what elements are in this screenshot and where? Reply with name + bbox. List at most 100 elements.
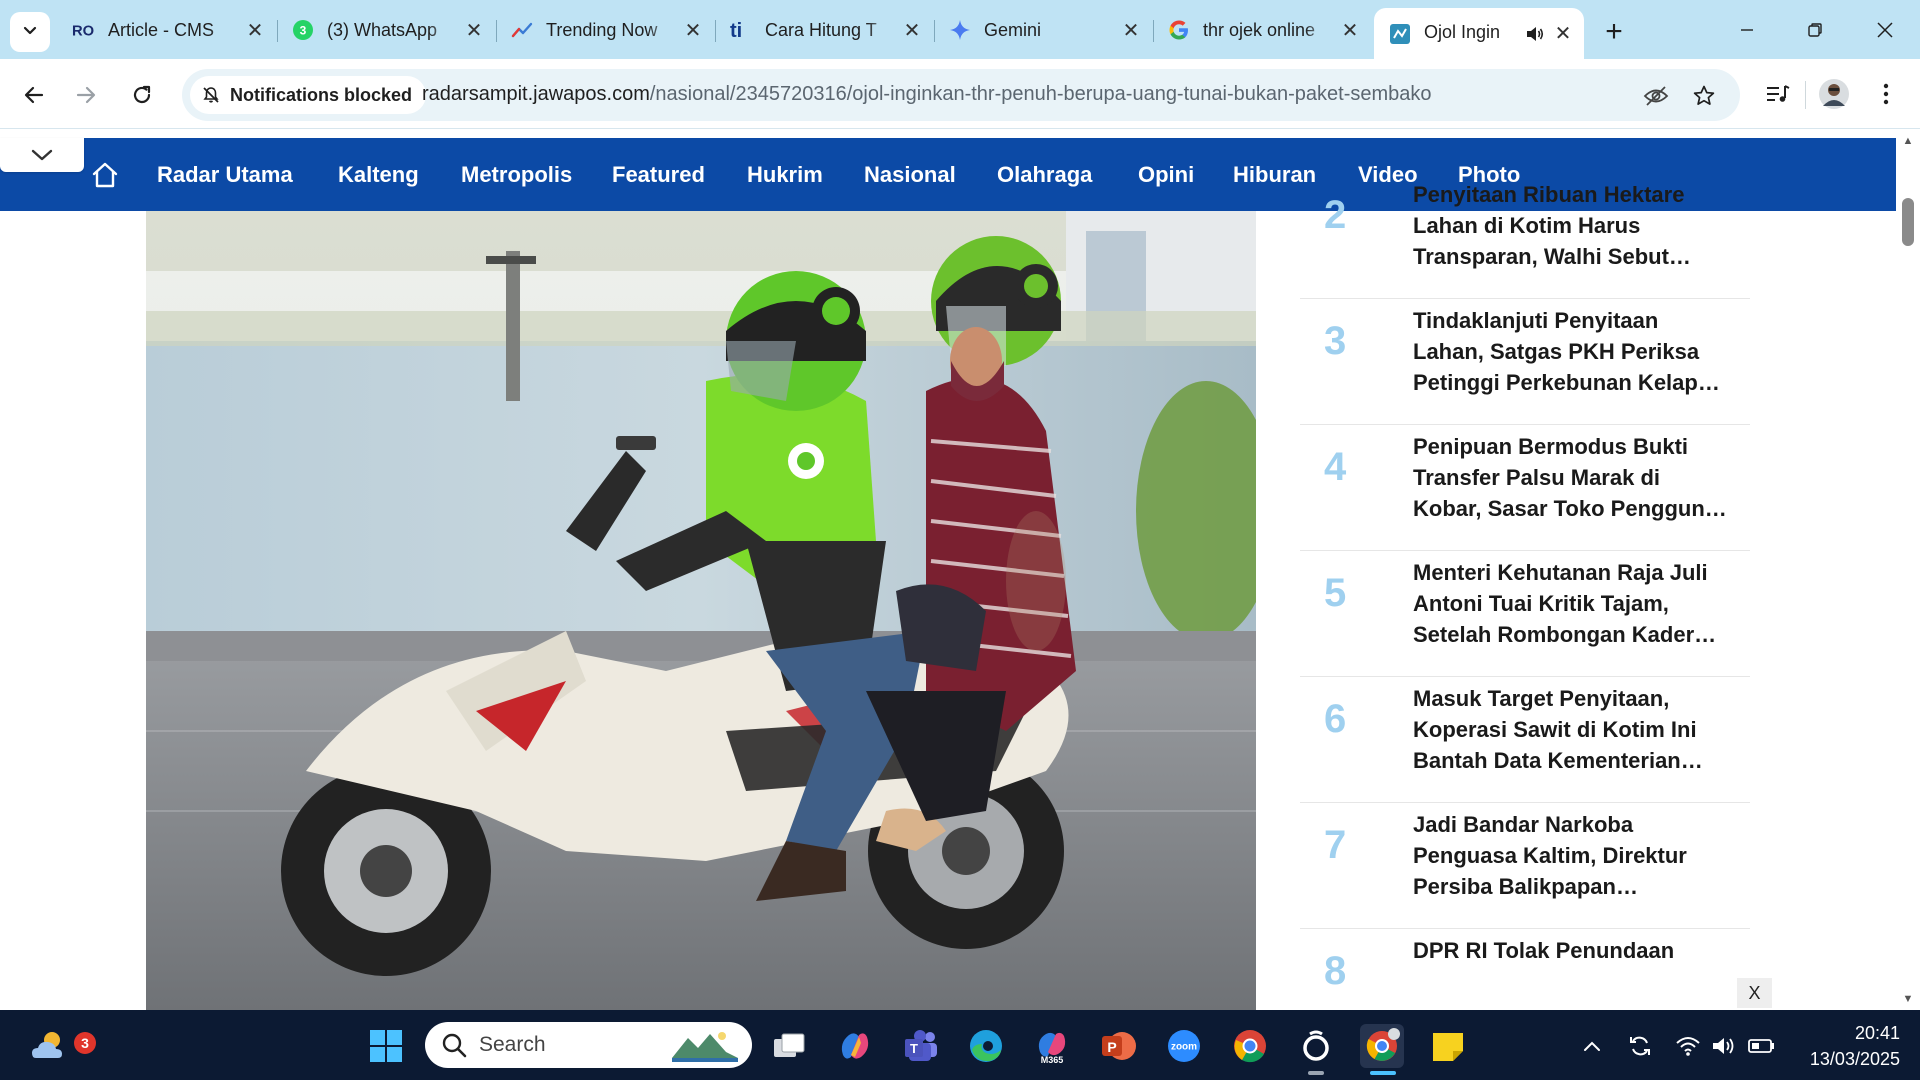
site-favicon-icon: [1388, 22, 1412, 46]
notifications-blocked-chip[interactable]: Notifications blocked: [190, 76, 427, 114]
scroll-up-icon[interactable]: ▲: [1901, 134, 1915, 148]
nav-metropolis[interactable]: Metropolis: [461, 162, 572, 188]
task-view-button[interactable]: [768, 1024, 812, 1068]
home-icon[interactable]: [90, 160, 122, 192]
tab-article-cms[interactable]: RO Article - CMS ✕: [58, 10, 278, 50]
battery-icon[interactable]: [1748, 1032, 1776, 1060]
clock-date: 13/03/2025: [1809, 1049, 1900, 1069]
trending-item[interactable]: 3 Tindaklanjuti Penyitaan Lahan, Satgas …: [1300, 299, 1750, 425]
arrow-left-icon: [24, 86, 44, 104]
chrome-profile-button-active[interactable]: [1360, 1024, 1404, 1068]
nav-kalteng[interactable]: Kalteng: [338, 162, 419, 188]
powerpoint-button[interactable]: P: [1096, 1024, 1140, 1068]
close-icon[interactable]: ✕: [1339, 19, 1361, 42]
teams-button[interactable]: T: [899, 1024, 943, 1068]
trending-item[interactable]: 4 Penipuan Bermodus Bukti Transfer Palsu…: [1300, 425, 1750, 551]
media-control-icon[interactable]: [1760, 76, 1796, 112]
tab-title: Gemini: [984, 19, 1042, 40]
url-host: radarsampit.jawapos.com: [422, 83, 650, 105]
chevron-up-icon[interactable]: [1578, 1032, 1606, 1060]
close-icon[interactable]: ✕: [901, 19, 923, 42]
sync-icon[interactable]: [1626, 1032, 1654, 1060]
new-tab-button[interactable]: +: [1596, 14, 1632, 50]
sticky-notes-button[interactable]: [1426, 1024, 1470, 1068]
trending-item[interactable]: 6 Masuk Target Penyitaan, Koperasi Sawit…: [1300, 677, 1750, 803]
volume-icon[interactable]: [1710, 1032, 1738, 1060]
speaker-icon[interactable]: [1524, 23, 1546, 45]
weather-widget[interactable]: 3: [26, 1024, 96, 1068]
scrollbar-thumb[interactable]: [1902, 198, 1914, 246]
trending-title[interactable]: Tindaklanjuti Penyitaan Lahan, Satgas PK…: [1413, 305, 1743, 398]
close-icon[interactable]: ✕: [1120, 19, 1142, 42]
close-window-button[interactable]: [1858, 10, 1912, 50]
app-ring-button[interactable]: [1294, 1024, 1338, 1068]
tab-search-button[interactable]: [10, 12, 50, 52]
whatsapp-icon: 3: [291, 18, 315, 42]
kebab-menu-icon[interactable]: [1868, 76, 1904, 112]
tab-thr-ojek-online[interactable]: thr ojek online ✕: [1153, 10, 1371, 50]
close-icon[interactable]: ✕: [463, 19, 485, 42]
trending-title[interactable]: Jadi Bandar Narkoba Penguasa Kaltim, Dir…: [1413, 809, 1743, 902]
address-bar[interactable]: Notifications blocked radarsampit.jawapo…: [182, 69, 1740, 121]
trending-icon: [510, 18, 534, 42]
cloudy-weather-icon: [32, 1032, 62, 1058]
m365-button[interactable]: M365: [1030, 1024, 1074, 1068]
article-hero-image: [146, 211, 1256, 1010]
trending-item[interactable]: 8 DPR RI Tolak Penundaan: [1300, 929, 1750, 1010]
chrome-button[interactable]: [1228, 1024, 1272, 1068]
close-icon[interactable]: ✕: [682, 19, 704, 42]
google-icon: [1167, 18, 1191, 42]
reload-button[interactable]: [122, 75, 162, 115]
trending-rank: 8: [1324, 949, 1347, 993]
restore-icon: [1808, 23, 1822, 37]
nav-hukrim[interactable]: Hukrim: [747, 162, 823, 188]
copilot-button[interactable]: [833, 1024, 877, 1068]
trending-title[interactable]: DPR RI Tolak Penundaan: [1413, 935, 1743, 966]
trending-title[interactable]: Masuk Target Penyitaan, Koperasi Sawit d…: [1413, 683, 1743, 776]
tab-strip: RO Article - CMS ✕ 3 (3) WhatsApp ✕ Tren…: [0, 0, 1920, 59]
forward-button[interactable]: [66, 75, 106, 115]
scroll-down-icon[interactable]: ▼: [1901, 992, 1915, 1006]
nav-featured[interactable]: Featured: [612, 162, 705, 188]
restore-button[interactable]: [1788, 10, 1842, 50]
bookmark-star-icon[interactable]: [1690, 82, 1718, 110]
trending-title[interactable]: Penipuan Bermodus Bukti Transfer Palsu M…: [1413, 431, 1743, 524]
minimize-icon: [1741, 29, 1753, 31]
nav-radar-utama[interactable]: Radar Utama: [157, 162, 293, 188]
back-button[interactable]: [14, 75, 54, 115]
taskbar-search-box[interactable]: Search: [425, 1022, 752, 1068]
nav-nasional[interactable]: Nasional: [864, 162, 956, 188]
nav-olahraga[interactable]: Olahraga: [997, 162, 1092, 188]
wifi-icon[interactable]: [1674, 1032, 1702, 1060]
tab-whatsapp[interactable]: 3 (3) WhatsApp ✕: [277, 10, 497, 50]
ro-logo-icon: RO: [72, 18, 96, 42]
edge-button[interactable]: [964, 1024, 1008, 1068]
notification-chip-label: Notifications blocked: [230, 84, 413, 105]
nav-opini[interactable]: Opini: [1138, 162, 1194, 188]
eye-off-icon[interactable]: [1642, 82, 1670, 110]
nav-collapse-button[interactable]: [0, 138, 84, 172]
tab-trending-now[interactable]: Trending Now ✕: [496, 10, 716, 50]
url-text[interactable]: radarsampit.jawapos.com/nasional/2345720…: [422, 83, 1432, 106]
close-icon[interactable]: ✕: [1552, 23, 1574, 45]
ad-close-button[interactable]: X: [1737, 978, 1772, 1008]
profile-avatar[interactable]: [1816, 76, 1852, 112]
trending-item[interactable]: 5 Menteri Kehutanan Raja Juli Antoni Tua…: [1300, 551, 1750, 677]
browser-toolbar: Notifications blocked radarsampit.jawapo…: [0, 59, 1920, 129]
zoom-button[interactable]: zoom: [1162, 1024, 1206, 1068]
start-button[interactable]: [364, 1024, 408, 1068]
tab-gemini[interactable]: Gemini ✕: [934, 10, 1154, 50]
trending-title[interactable]: Menteri Kehutanan Raja Juli Antoni Tuai …: [1413, 557, 1743, 650]
tab-ojol-ingin-active[interactable]: Ojol Ingin ✕: [1374, 8, 1584, 59]
system-clock[interactable]: 20:41 13/03/2025: [1790, 1020, 1900, 1072]
sticky-notes-icon: [1433, 1033, 1463, 1061]
close-icon[interactable]: ✕: [244, 19, 266, 42]
minimize-button[interactable]: [1720, 10, 1774, 50]
trending-item[interactable]: 7 Jadi Bandar Narkoba Penguasa Kaltim, D…: [1300, 803, 1750, 929]
page-scrollbar[interactable]: ▲ ▼: [1896, 130, 1920, 1010]
tab-cara-hitung[interactable]: ti Cara Hitung T ✕: [715, 10, 935, 50]
trending-item[interactable]: 2 Penyitaan Ribuan Hektare Lahan di Koti…: [1300, 173, 1750, 299]
url-path: /nasional/2345720316/ojol-inginkan-thr-p…: [649, 83, 1432, 105]
tab-title: thr ojek online: [1203, 19, 1316, 40]
trending-title[interactable]: Penyitaan Ribuan Hektare Lahan di Kotim …: [1413, 179, 1743, 272]
